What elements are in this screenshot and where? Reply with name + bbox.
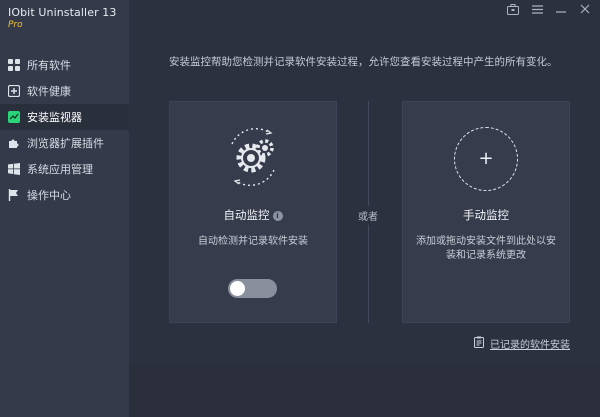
sidebar-item-action-center[interactable]: 操作中心 bbox=[0, 182, 129, 208]
sidebar-item-software-health[interactable]: 软件健康 bbox=[0, 78, 129, 104]
recorded-installs-link[interactable]: 已记录的软件安装 bbox=[474, 336, 570, 351]
monitor-chart-icon bbox=[8, 111, 20, 123]
auto-monitor-subtitle: 自动检测并记录软件安装 bbox=[198, 236, 308, 247]
page-description: 安装监控帮助您检测并记录软件安装过程，允许您查看安装过程中产生的所有变化。 bbox=[169, 56, 558, 68]
auto-monitor-title: 自动监控 bbox=[223, 208, 270, 222]
sidebar-item-label: 浏览器扩展插件 bbox=[27, 137, 104, 150]
toggle-knob bbox=[230, 281, 245, 296]
bottom-area bbox=[129, 363, 600, 417]
or-separator: 或者 bbox=[358, 206, 378, 225]
sidebar-item-system-apps[interactable]: 系统应用管理 bbox=[0, 156, 129, 182]
close-icon[interactable] bbox=[578, 2, 592, 16]
info-icon[interactable]: i bbox=[272, 211, 283, 221]
manual-monitor-title: 手动监控 bbox=[463, 208, 509, 222]
app-edition: Pro bbox=[8, 20, 23, 30]
manual-monitor-subtitle: 添加或拖动安装文件到此处以安装和记录系统更改 bbox=[416, 236, 556, 261]
minimize-icon[interactable] bbox=[554, 2, 568, 16]
auto-monitor-toggle[interactable] bbox=[228, 279, 277, 298]
app-title: IObit Uninstaller 13 bbox=[8, 6, 117, 19]
sidebar-item-browser-extensions[interactable]: 浏览器扩展插件 bbox=[0, 130, 129, 156]
menu-icon[interactable] bbox=[530, 2, 544, 16]
sidebar-item-all-software[interactable]: 所有软件 bbox=[0, 52, 129, 78]
sidebar-nav: 所有软件 软件健康 安装监视器 浏览器扩展插件 系统应用管理 操作中心 bbox=[0, 52, 129, 208]
recorded-installs-label: 已记录的软件安装 bbox=[490, 340, 570, 351]
flag-icon bbox=[8, 189, 20, 201]
sidebar: IObit Uninstaller 13 Pro 所有软件 软件健康 安装监视器 bbox=[0, 0, 129, 417]
windows-icon bbox=[8, 163, 20, 175]
health-plus-icon bbox=[8, 85, 20, 97]
sidebar-item-label: 操作中心 bbox=[27, 189, 71, 202]
auto-monitor-card: 自动监控 i 自动检测并记录软件安装 bbox=[169, 101, 337, 323]
auto-monitor-title-row: 自动监控 i bbox=[170, 207, 336, 223]
window-controls bbox=[506, 2, 592, 16]
puzzle-icon bbox=[8, 137, 20, 149]
sidebar-item-label: 系统应用管理 bbox=[27, 163, 93, 176]
toolbox-icon[interactable] bbox=[506, 2, 520, 16]
manual-monitor-card[interactable]: + 手动监控 添加或拖动安装文件到此处以安装和记录系统更改 bbox=[402, 101, 570, 323]
gear-monitor-icon bbox=[220, 124, 286, 190]
sidebar-item-label: 软件健康 bbox=[27, 85, 71, 98]
plus-icon: + bbox=[478, 148, 494, 169]
sidebar-item-label: 所有软件 bbox=[27, 59, 71, 72]
add-installer-button[interactable]: + bbox=[454, 127, 518, 191]
sidebar-item-label: 安装监视器 bbox=[27, 111, 82, 124]
grid-icon bbox=[8, 59, 20, 71]
sidebar-item-install-monitor[interactable]: 安装监视器 bbox=[0, 104, 129, 130]
clipboard-icon bbox=[474, 336, 484, 351]
app-brand: IObit Uninstaller 13 Pro bbox=[8, 6, 116, 30]
